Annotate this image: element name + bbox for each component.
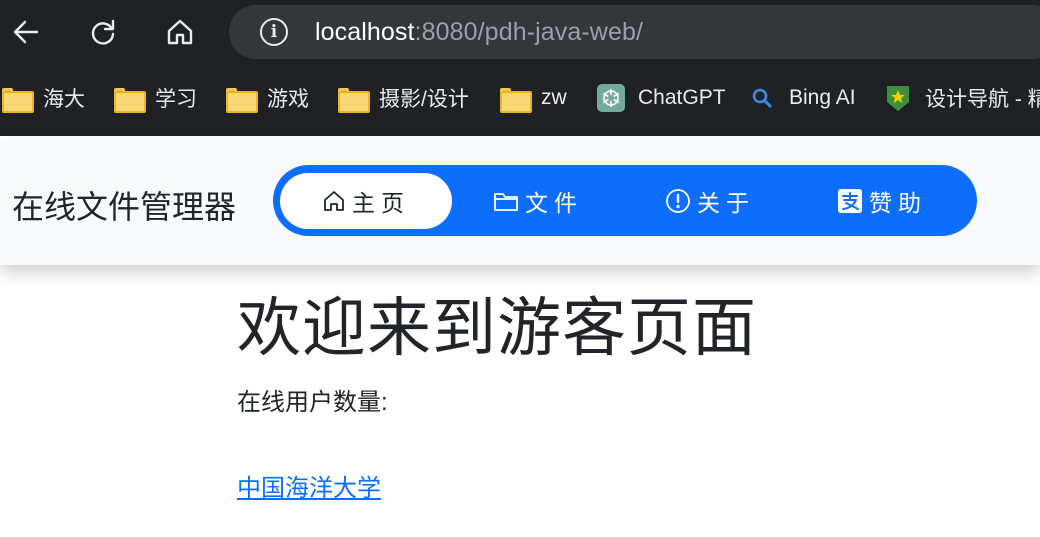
nav-home[interactable]: 主页	[280, 173, 452, 229]
bookmark-label: zw	[541, 86, 567, 109]
bookmarks-bar: 海大 学习 游戏 摄影/设计 zw ChatGPT Bing AI 设计导航 -…	[0, 76, 1040, 120]
bookmark-bing-ai[interactable]: Bing AI	[748, 78, 856, 118]
arrow-left-icon	[13, 20, 39, 44]
folder-icon	[494, 193, 518, 211]
folder-icon	[114, 86, 146, 113]
home-button[interactable]	[158, 10, 202, 54]
page-title: 欢迎来到游客页面	[237, 292, 757, 366]
bookmark-folder[interactable]: 海大	[2, 78, 85, 118]
nav-files[interactable]: 文件	[452, 173, 624, 229]
bookmark-folder[interactable]: 摄影/设计	[338, 78, 469, 118]
folder-icon	[500, 86, 532, 113]
reload-icon	[91, 19, 115, 45]
main-nav: 主页 文件 关于 赞助	[273, 165, 977, 236]
home-icon	[167, 19, 193, 45]
folder-icon	[2, 86, 34, 113]
site-header: 在线文件管理器 主页 文件 关于 赞助	[0, 136, 1040, 265]
folder-icon	[226, 86, 258, 113]
bookmark-chatgpt[interactable]: ChatGPT	[597, 78, 726, 118]
nav-about[interactable]: 关于	[624, 173, 796, 229]
search-icon	[748, 86, 776, 110]
folder-icon	[338, 86, 370, 113]
main-content: 欢迎来到游客页面 在线用户数量:	[237, 290, 757, 417]
chatgpt-icon	[597, 84, 625, 112]
nav-about-label: 关于	[697, 190, 755, 216]
info-icon[interactable]: i	[260, 18, 288, 46]
bookmark-label: ChatGPT	[638, 86, 726, 109]
bookmark-label: 学习	[155, 88, 197, 111]
home-icon	[324, 191, 344, 211]
bookmark-folder[interactable]: 学习	[114, 78, 197, 118]
bookmark-design-nav[interactable]: 设计导航 - 精	[884, 78, 1040, 118]
alipay-icon	[838, 189, 862, 213]
university-link[interactable]: 中国海洋大学	[237, 468, 381, 503]
bookmark-label: 游戏	[267, 88, 309, 111]
exclamation-circle-icon	[666, 189, 690, 213]
bookmark-folder[interactable]: zw	[500, 78, 567, 118]
back-button[interactable]	[4, 10, 48, 54]
reload-button[interactable]	[81, 10, 125, 54]
bookmark-label: 海大	[43, 88, 85, 111]
browser-chrome: i localhost:8080/pdh-java-web/ 海大 学习 游戏 …	[0, 0, 1040, 136]
star-shield-icon	[884, 86, 912, 111]
nav-sponsor[interactable]: 赞助	[796, 173, 968, 229]
nav-home-label: 主页	[352, 190, 410, 216]
nav-sponsor-label: 赞助	[869, 190, 927, 216]
online-users-label: 在线用户数量:	[237, 389, 388, 416]
bookmark-label: Bing AI	[789, 86, 856, 109]
nav-files-label: 文件	[525, 190, 583, 216]
bookmark-label: 摄影/设计	[379, 88, 469, 111]
bookmark-label: 设计导航 - 精	[925, 88, 1040, 111]
bookmark-folder[interactable]: 游戏	[226, 78, 309, 118]
site-brand[interactable]: 在线文件管理器	[12, 182, 236, 228]
address-url: localhost:8080/pdh-java-web/	[315, 17, 644, 46]
address-bar[interactable]: i localhost:8080/pdh-java-web/	[229, 5, 1040, 59]
